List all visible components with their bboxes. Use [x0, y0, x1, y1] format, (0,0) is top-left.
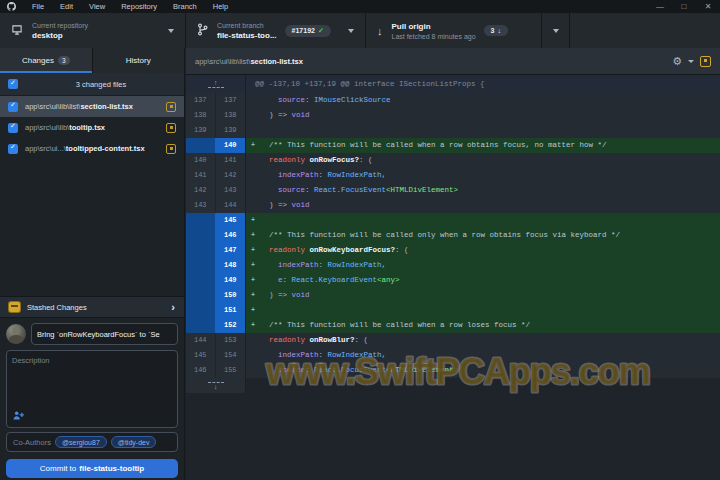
chevron-right-icon: › [171, 302, 175, 312]
modified-status-icon [166, 144, 176, 154]
check-icon: ✓ [318, 27, 324, 35]
diff-line-context[interactable]: 145154 indexPath: RowIndexPath, [186, 348, 720, 363]
diff-line-added[interactable]: 149+ e: React.KeyboardEvent<any> [186, 273, 720, 288]
diff-line-added[interactable]: 152+ /** This function will be called wh… [186, 318, 720, 333]
diff-line-context[interactable]: 138138 ) => void [186, 108, 720, 123]
diff-line-context[interactable]: 142143 source: React.FocusEvent<HTMLDivE… [186, 183, 720, 198]
menu-branch[interactable]: Branch [165, 0, 205, 13]
file-checkbox[interactable] [8, 144, 18, 154]
modified-status-icon [700, 56, 711, 67]
changes-sidebar: Changes3History 3 changed files app\src\… [0, 48, 185, 480]
file-path: app\src\ui\lib\list\ [25, 102, 80, 111]
modified-status-icon [166, 123, 176, 133]
git-branch-icon [197, 22, 208, 40]
maximize-button[interactable]: □ [672, 0, 696, 13]
diff-line-added[interactable]: 146+ /** This function will be called on… [186, 228, 720, 243]
commit-button[interactable]: Commit tofile-status-tooltip [6, 459, 178, 478]
chevron-down-icon [348, 29, 354, 33]
github-logo-icon [7, 2, 16, 11]
stashed-changes-label: Stashed Changes [27, 303, 87, 312]
select-all-checkbox[interactable] [8, 79, 18, 89]
description-placeholder: Description [12, 356, 50, 365]
commit-form: Bring `onRowKeyboardFocus` to `Se Descri… [0, 318, 184, 480]
pull-count-badge: 3↓ [484, 25, 508, 36]
coauthor-pill[interactable]: @tidy-dev [111, 436, 157, 448]
diff-line-added[interactable]: 147+ readonly onRowKeyboardFocus?: ( [186, 243, 720, 258]
branch-name: file-status-too... [217, 31, 277, 40]
diff-line-added[interactable]: 145+ [186, 213, 720, 228]
diff-line-context[interactable]: 143144 ) => void [186, 198, 720, 213]
modified-status-icon [166, 102, 176, 112]
coauthors-field[interactable]: Co-Authors @sergiou87 @tidy-dev [6, 432, 178, 452]
files-count-label: 3 changed files [18, 80, 184, 89]
coauthors-label: Co-Authors [13, 438, 51, 447]
expand-up-button[interactable]: ↑ [186, 75, 246, 93]
chevron-down-icon[interactable] [688, 60, 694, 63]
menu-repository[interactable]: Repository [113, 0, 165, 13]
expand-down-button[interactable]: ↓ [186, 378, 246, 393]
hunk-header-text: @@ -137,10 +137,19 @@ interface ISection… [246, 75, 720, 93]
titlebar: FileEditViewRepositoryBranchHelp — □ ✕ [0, 0, 720, 13]
menu-file[interactable]: File [24, 0, 52, 13]
pull-origin-button[interactable]: ↓ Pull origin Last fetched 8 minutes ago… [366, 13, 542, 48]
file-path: app\src\ui...\ [25, 144, 66, 153]
arrow-down-icon: ↓ [377, 25, 383, 37]
hunk-header: ↑ @@ -137,10 +137,19 @@ interface ISecti… [186, 75, 720, 93]
chevron-down-icon [168, 29, 174, 33]
diff-line-context[interactable]: 144153 readonly onRowBlur?: ( [186, 333, 720, 348]
file-row[interactable]: app\src\ui\lib\list\section-list.tsx [0, 96, 184, 117]
current-repository-button[interactable]: Current repository desktop [0, 13, 186, 48]
pr-badge[interactable]: #17192✓ [285, 25, 331, 37]
branch-label: Current branch [217, 22, 277, 29]
file-path: app\src\ui\lib\ [25, 123, 69, 132]
file-name: section-list.tsx [80, 102, 133, 111]
diff-line-context[interactable]: 146155 source: React.FocusEvent<HTMLDivE… [186, 363, 720, 378]
file-name: tooltipped-content.tsx [66, 144, 145, 153]
diff-line-context[interactable]: 141142 indexPath: RowIndexPath, [186, 168, 720, 183]
avatar [6, 324, 26, 344]
file-row[interactable]: app\src\ui\lib\tooltip.tsx [0, 117, 184, 138]
file-name: section-list.tsx [250, 57, 303, 66]
diff-line-context[interactable]: 140141 readonly onRowFocus?: ( [186, 153, 720, 168]
menu-help[interactable]: Help [205, 0, 236, 13]
file-row[interactable]: app\src\ui...\tooltipped-content.tsx [0, 138, 184, 159]
description-textarea[interactable]: Description [6, 350, 178, 428]
diff-view: ↑ @@ -137,10 +137,19 @@ interface ISecti… [186, 75, 720, 393]
diff-panel: app\src\ui\lib\list\section-list.tsx ⚙ ↑… [186, 48, 720, 480]
tab-changes[interactable]: Changes3 [0, 48, 93, 73]
repo-label: Current repository [32, 22, 88, 29]
add-coauthor-icon[interactable] [13, 411, 24, 422]
file-path-prefix: app\src\ui\lib\list\ [195, 57, 250, 66]
pull-title: Pull origin [392, 22, 476, 31]
menu-view[interactable]: View [81, 0, 113, 13]
file-checkbox[interactable] [8, 102, 18, 112]
summary-input[interactable]: Bring `onRowKeyboardFocus` to `Se [31, 323, 178, 345]
chevron-down-icon [553, 29, 559, 33]
coauthor-pill[interactable]: @sergiou87 [55, 436, 107, 448]
current-branch-button[interactable]: Current branch file-status-too... #17192… [186, 13, 366, 48]
diff-line-added[interactable]: 148+ indexPath: RowIndexPath, [186, 258, 720, 273]
diff-line-added[interactable]: 150+ ) => void [186, 288, 720, 303]
file-name: tooltip.tsx [69, 123, 105, 132]
diff-line-added[interactable]: 151+ [186, 303, 720, 318]
menu-edit[interactable]: Edit [52, 0, 81, 13]
tab-history[interactable]: History [93, 48, 185, 73]
pull-subtitle: Last fetched 8 minutes ago [392, 33, 476, 40]
stash-icon [9, 302, 20, 312]
close-button[interactable]: ✕ [696, 0, 720, 13]
toolbar: Current repository desktop Current branc… [0, 13, 720, 48]
repo-name: desktop [32, 31, 88, 40]
diff-file-header: app\src\ui\lib\list\section-list.tsx ⚙ [186, 48, 720, 75]
gear-icon[interactable]: ⚙ [672, 55, 682, 68]
files-header[interactable]: 3 changed files [0, 73, 184, 96]
file-checkbox[interactable] [8, 123, 18, 133]
minimize-button[interactable]: — [648, 0, 672, 13]
diff-line-context[interactable]: 137137 source: IMouseClickSource [186, 93, 720, 108]
stashed-changes-bar[interactable]: Stashed Changes › [0, 296, 184, 318]
computer-icon [11, 22, 23, 40]
pull-dropdown-button[interactable] [542, 13, 570, 48]
diff-line-context[interactable]: 139139 [186, 123, 720, 138]
diff-line-added[interactable]: 140+ /** This function will be called wh… [186, 138, 720, 153]
